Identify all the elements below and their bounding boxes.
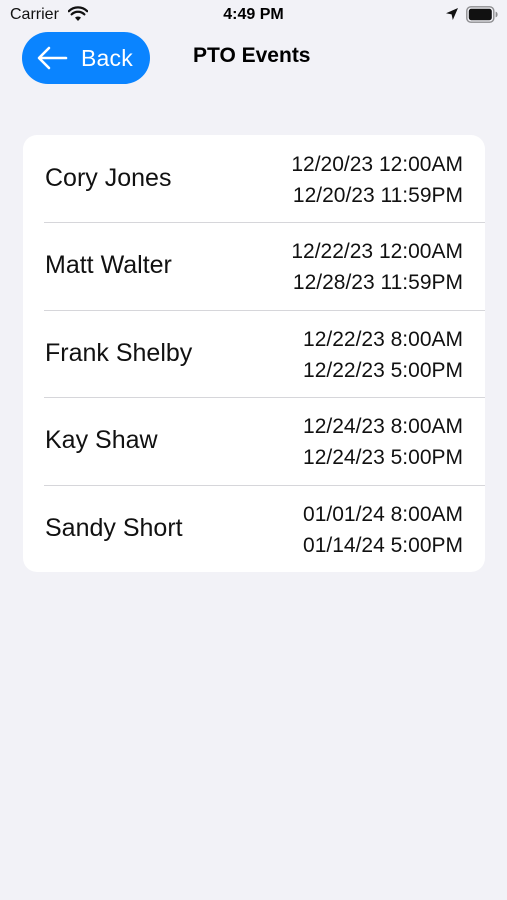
- event-row[interactable]: Matt Walter 12/22/23 12:00AM 12/28/23 11…: [23, 222, 485, 309]
- event-start: 12/22/23 12:00AM: [291, 240, 463, 264]
- event-row[interactable]: Cory Jones 12/20/23 12:00AM 12/20/23 11:…: [23, 135, 485, 222]
- event-employee-name: Frank Shelby: [45, 338, 193, 367]
- event-end: 01/14/24 5:00PM: [303, 533, 463, 557]
- event-employee-name: Sandy Short: [45, 513, 183, 542]
- status-bar: Carrier 4:49 PM: [0, 0, 507, 30]
- event-date-range: 01/01/24 8:00AM 01/14/24 5:00PM: [303, 499, 463, 561]
- event-end: 12/28/23 11:59PM: [292, 271, 463, 295]
- arrow-left-icon: [37, 46, 68, 70]
- back-button[interactable]: Back: [22, 32, 150, 84]
- event-row[interactable]: Frank Shelby 12/22/23 8:00AM 12/22/23 5:…: [23, 309, 485, 397]
- location-arrow-icon: [446, 8, 458, 20]
- event-employee-name: Kay Shaw: [45, 426, 158, 455]
- event-start: 01/01/24 8:00AM: [303, 502, 463, 526]
- event-row[interactable]: Kay Shaw 12/24/23 8:00AM 12/24/23 5:00PM: [23, 397, 485, 484]
- navigation-bar: Back PTO Events: [0, 30, 507, 86]
- event-start: 12/24/23 8:00AM: [303, 415, 463, 439]
- event-start: 12/22/23 8:00AM: [303, 327, 463, 351]
- event-date-range: 12/22/23 12:00AM 12/28/23 11:59PM: [291, 236, 463, 298]
- page-title: PTO Events: [193, 44, 311, 67]
- event-date-range: 12/24/23 8:00AM 12/24/23 5:00PM: [303, 411, 463, 473]
- event-end: 12/22/23 5:00PM: [303, 358, 463, 382]
- status-time: 4:49 PM: [223, 6, 284, 23]
- event-date-range: 12/22/23 8:00AM 12/22/23 5:00PM: [303, 324, 463, 386]
- event-end: 12/20/23 11:59PM: [292, 184, 463, 207]
- back-button-label: Back: [81, 44, 133, 71]
- event-employee-name: Matt Walter: [45, 251, 172, 280]
- battery-icon: [466, 6, 498, 23]
- event-start: 12/20/23 12:00AM: [291, 153, 463, 176]
- event-employee-name: Cory Jones: [45, 164, 172, 192]
- event-date-range: 12/20/23 12:00AM 12/20/23 11:59PM: [291, 149, 463, 211]
- event-end: 12/24/23 5:00PM: [303, 446, 463, 470]
- pto-events-list: Cory Jones 12/20/23 12:00AM 12/20/23 11:…: [23, 135, 485, 572]
- event-row[interactable]: Sandy Short 01/01/24 8:00AM 01/14/24 5:0…: [23, 484, 485, 572]
